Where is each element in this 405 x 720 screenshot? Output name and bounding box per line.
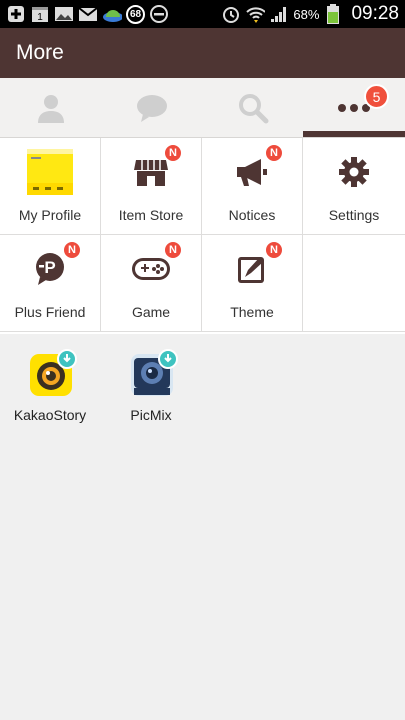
tab-friends[interactable] (0, 78, 101, 138)
empty-cell (303, 235, 405, 332)
download-badge-icon (158, 349, 178, 369)
new-badge: N (264, 143, 284, 163)
alarm-icon (221, 4, 241, 24)
chat-bubble-icon (136, 95, 167, 122)
more-dots-icon (337, 104, 370, 112)
new-badge: N (264, 240, 284, 260)
menu-item-notices[interactable]: N Notices (202, 138, 303, 235)
menu-item-plus-friend[interactable]: P N Plus Friend (0, 235, 101, 332)
svg-text:P: P (44, 258, 55, 277)
menu-item-theme[interactable]: N Theme (202, 235, 303, 332)
svg-text:1: 1 (37, 12, 43, 23)
theme-brush-icon (238, 257, 264, 283)
tab-bar (0, 78, 405, 138)
menu-label: Game (131, 304, 171, 320)
gear-icon (339, 157, 369, 187)
menu-label: Notices (228, 207, 276, 223)
tab-chats[interactable] (101, 78, 202, 138)
gallery-icon (54, 4, 74, 24)
menu-item-item-store[interactable]: N Item Store (101, 138, 202, 235)
title-bar: More (0, 28, 405, 78)
person-icon (37, 95, 64, 123)
app-picmix[interactable]: PicMix (106, 349, 196, 443)
new-badge: N (163, 143, 183, 163)
menu-label: My Profile (18, 207, 82, 223)
wifi-icon (245, 4, 266, 24)
notification-count-badge: 68 (126, 4, 145, 24)
tab-search[interactable] (202, 78, 303, 138)
battery-percent: 68% (293, 6, 320, 22)
menu-item-my-profile[interactable]: My Profile (0, 138, 101, 235)
menu-label: Plus Friend (14, 304, 86, 320)
search-icon (238, 94, 268, 124)
menu-label: Item Store (118, 207, 184, 223)
plus-friend-icon: P (36, 253, 64, 285)
app-label: PicMix (130, 407, 172, 423)
menu-item-settings[interactable]: Settings (303, 138, 405, 235)
gamepad-icon (132, 258, 170, 280)
download-badge-icon (57, 349, 77, 369)
store-icon (134, 160, 168, 186)
active-tab-indicator (303, 131, 405, 137)
status-bar: 1 68 68% 09:28 (0, 0, 405, 28)
new-badge: N (62, 240, 82, 260)
clock: 09:28 (351, 3, 399, 24)
more-tab-badge: 5 (364, 84, 389, 109)
do-not-disturb-icon (149, 4, 169, 24)
profile-card-icon (27, 149, 73, 195)
app-kakaostory[interactable]: KakaoStory (5, 349, 95, 443)
mail-icon (78, 4, 98, 24)
megaphone-icon (237, 159, 267, 186)
menu-grid: My Profile N Item Store N Notices Settin… (0, 138, 405, 334)
page-title: More (16, 41, 64, 64)
app-label: KakaoStory (13, 407, 87, 423)
weather-icon (102, 4, 122, 24)
battery-icon (323, 4, 343, 24)
tab-more[interactable] (303, 78, 404, 138)
calendar-icon: 1 (30, 4, 50, 24)
menu-label: Settings (328, 207, 380, 223)
menu-label: Theme (230, 304, 274, 320)
add-notification-icon (6, 4, 26, 24)
signal-icon (269, 4, 289, 24)
menu-item-game[interactable]: N Game (101, 235, 202, 332)
new-badge: N (163, 240, 183, 260)
